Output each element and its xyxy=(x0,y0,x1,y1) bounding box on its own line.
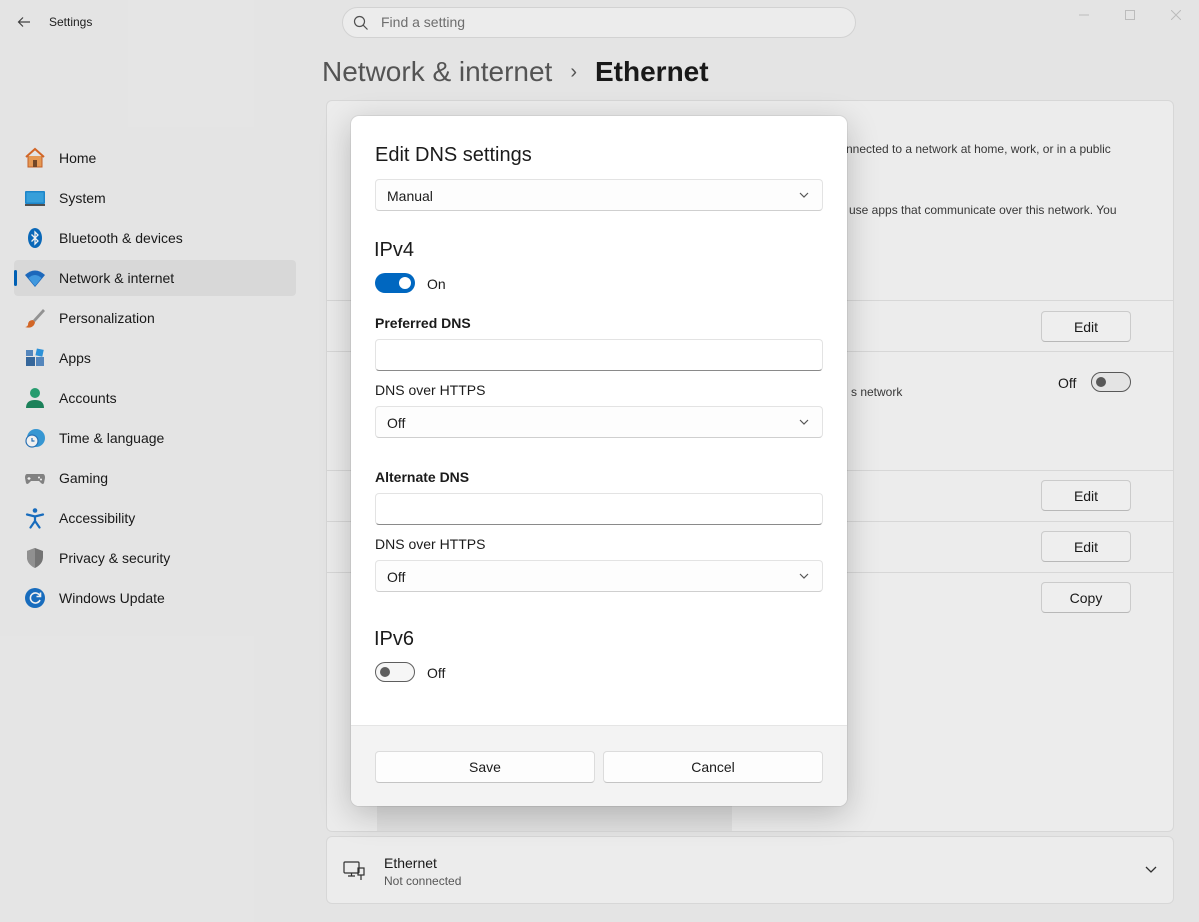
chevron-down-icon xyxy=(799,573,809,579)
cancel-button[interactable]: Cancel xyxy=(603,751,823,783)
ipv6-toggle-label: Off xyxy=(427,665,446,681)
ipv4-toggle-label: On xyxy=(427,276,446,292)
preferred-doh-label: DNS over HTTPS xyxy=(375,382,486,398)
alternate-doh-label: DNS over HTTPS xyxy=(375,536,486,552)
preferred-dns-label: Preferred DNS xyxy=(375,315,471,331)
dialog-footer: Save Cancel xyxy=(351,725,847,806)
chevron-down-icon xyxy=(799,192,809,198)
dialog-title: Edit DNS settings xyxy=(375,144,532,166)
alternate-doh-value: Off xyxy=(387,569,406,585)
dns-mode-dropdown[interactable]: Manual xyxy=(375,179,823,211)
preferred-doh-value: Off xyxy=(387,415,406,431)
ipv6-toggle[interactable] xyxy=(375,662,415,682)
alternate-doh-dropdown[interactable]: Off xyxy=(375,560,823,592)
ipv4-toggle[interactable] xyxy=(375,273,415,293)
dns-mode-value: Manual xyxy=(387,188,433,204)
ipv4-section-title: IPv4 xyxy=(374,239,415,261)
save-button[interactable]: Save xyxy=(375,751,595,783)
alternate-dns-input[interactable] xyxy=(375,493,823,525)
chevron-down-icon xyxy=(799,419,809,425)
preferred-dns-input[interactable] xyxy=(375,339,823,371)
edit-dns-dialog: Edit DNS settings Manual IPv4 On Preferr… xyxy=(351,116,847,806)
alternate-dns-label: Alternate DNS xyxy=(375,469,470,485)
ipv6-section-title: IPv6 xyxy=(374,628,415,650)
preferred-doh-dropdown[interactable]: Off xyxy=(375,406,823,438)
